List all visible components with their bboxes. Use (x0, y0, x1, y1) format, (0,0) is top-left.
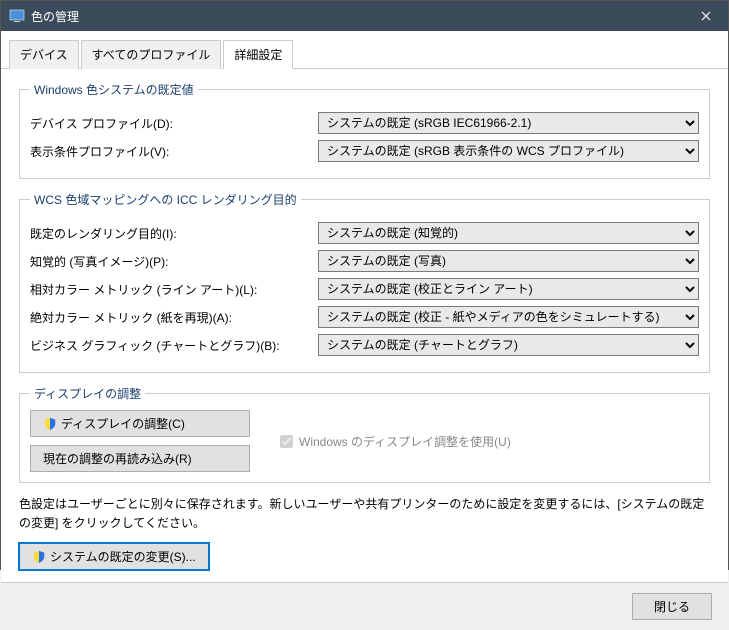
button-label: システムの既定の変更(S)... (50, 548, 196, 565)
device-profile-select[interactable]: システムの既定 (sRGB IEC61966-2.1) (318, 112, 699, 134)
business-graphics-label: ビジネス グラフィック (チャートとグラフ)(B): (30, 337, 310, 354)
tab-devices[interactable]: デバイス (9, 40, 79, 69)
reload-calibration-button[interactable]: 現在の調整の再読み込み(R) (30, 445, 250, 472)
tab-bar: デバイス すべてのプロファイル 詳細設定 (1, 31, 728, 69)
change-system-defaults-button[interactable]: システムの既定の変更(S)... (19, 543, 209, 570)
default-intent-label: 既定のレンダリング目的(I): (30, 225, 310, 242)
relative-colorimetric-select[interactable]: システムの既定 (校正とライン アート) (318, 278, 699, 300)
titlebar: 色の管理 (1, 1, 728, 31)
device-profile-label: デバイス プロファイル(D): (30, 115, 310, 132)
tab-body: Windows 色システムの既定値 デバイス プロファイル(D): システムの既… (1, 69, 728, 582)
perceptual-select[interactable]: システムの既定 (写真) (318, 250, 699, 272)
note-text: 色設定はユーザーごとに別々に保存されます。新しいユーザーや共有プリンターのために… (19, 495, 710, 533)
tab-all-profiles[interactable]: すべてのプロファイル (81, 40, 222, 69)
default-intent-select[interactable]: システムの既定 (知覚的) (318, 222, 699, 244)
close-button[interactable] (683, 1, 728, 31)
use-windows-calibration-checkbox (280, 435, 293, 448)
shield-icon (32, 550, 46, 564)
group-legend: Windows 色システムの既定値 (30, 81, 198, 98)
checkbox-label: Windows のディスプレイ調整を使用(U) (299, 433, 511, 450)
group-legend: ディスプレイの調整 (30, 385, 145, 402)
content-area: デバイス すべてのプロファイル 詳細設定 Windows 色システムの既定値 デ… (1, 31, 728, 630)
group-display-calibration: ディスプレイの調整 ディスプレイの調整(C) 現在の調整の再読み込み(R) Wi… (19, 385, 710, 483)
footer: 閉じる (1, 582, 728, 630)
viewing-profile-label: 表示条件プロファイル(V): (30, 143, 310, 160)
tab-advanced[interactable]: 詳細設定 (223, 40, 293, 69)
calibrate-display-button[interactable]: ディスプレイの調整(C) (30, 410, 250, 437)
button-label: 現在の調整の再読み込み(R) (43, 450, 192, 467)
relative-colorimetric-label: 相対カラー メトリック (ライン アート)(L): (30, 281, 310, 298)
absolute-colorimetric-label: 絶対カラー メトリック (紙を再現)(A): (30, 309, 310, 326)
perceptual-label: 知覚的 (写真イメージ)(P): (30, 253, 310, 270)
use-windows-calibration-row: Windows のディスプレイ調整を使用(U) (280, 410, 511, 472)
viewing-profile-select[interactable]: システムの既定 (sRGB 表示条件の WCS プロファイル) (318, 140, 699, 162)
close-dialog-button[interactable]: 閉じる (632, 593, 712, 620)
group-legend: WCS 色域マッピングへの ICC レンダリング目的 (30, 191, 301, 208)
business-graphics-select[interactable]: システムの既定 (チャートとグラフ) (318, 334, 699, 356)
window-title: 色の管理 (31, 8, 683, 25)
button-label: 閉じる (654, 598, 690, 615)
app-icon (9, 8, 25, 24)
close-icon (701, 11, 711, 21)
group-windows-color-defaults: Windows 色システムの既定値 デバイス プロファイル(D): システムの既… (19, 81, 710, 179)
shield-icon (43, 417, 57, 431)
button-label: ディスプレイの調整(C) (61, 415, 185, 432)
group-wcs-mapping: WCS 色域マッピングへの ICC レンダリング目的 既定のレンダリング目的(I… (19, 191, 710, 373)
absolute-colorimetric-select[interactable]: システムの既定 (校正 - 紙やメディアの色をシミュレートする) (318, 306, 699, 328)
